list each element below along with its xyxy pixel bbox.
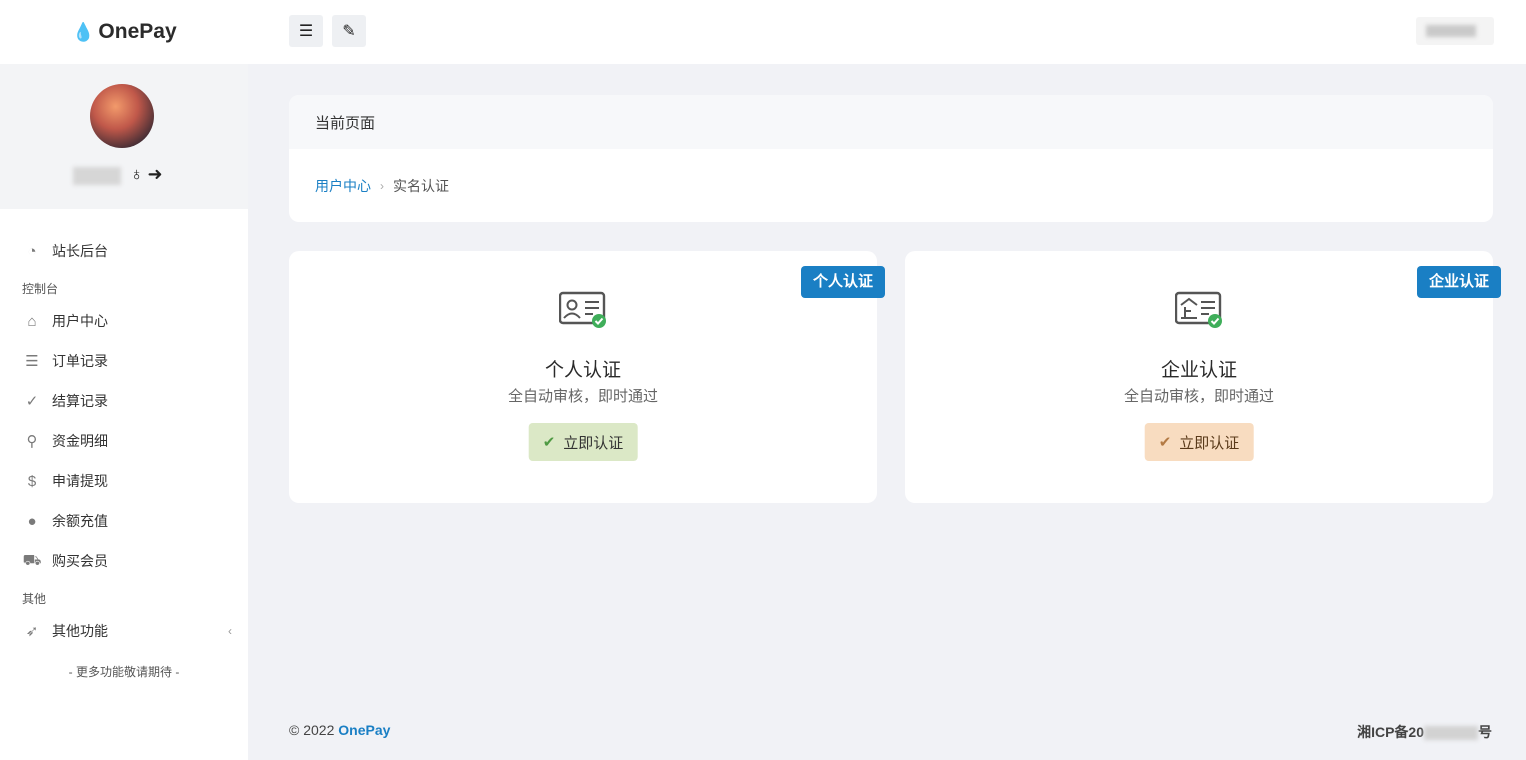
company-verify-button[interactable]: ✔ 立即认证 [1144,423,1254,461]
sidebar-item-label: 站长后台 [52,243,108,259]
business-card-check-icon [1175,291,1222,328]
top-bar: ☰ ✎ [248,0,1526,64]
check-icon: ✔ [1158,434,1172,451]
sidebar-item-user-center[interactable]: ⌂ 用户中心 [0,301,248,341]
settings-icon[interactable]: ♁ [130,164,148,184]
username [73,167,121,185]
theme-button[interactable]: ✎ [332,15,366,47]
check-icon: ✔ [542,434,556,451]
sidebar-item-orders[interactable]: ☰ 订单记录 [0,341,248,381]
app-logo[interactable]: 💧 OnePay [0,0,248,64]
sidebar-item-label: 余额充值 [52,513,108,529]
personal-verify-button[interactable]: ✔ 立即认证 [528,423,638,461]
sidebar-item-label: 资金明细 [52,433,108,449]
hamburger-icon: ☰ [298,23,314,40]
page-title: 当前页面 [289,95,1493,149]
company-ribbon: 企业认证 [1416,266,1501,298]
icp-suffix: 号 [1478,724,1492,740]
button-label: 立即认证 [1179,434,1240,452]
sidebar-item-settlements[interactable]: ✓ 结算记录 [0,381,248,421]
personal-ribbon: 个人认证 [800,266,885,298]
cart-icon: ⛟ [22,551,42,569]
breadcrumb: 用户中心 › 实名认证 [289,149,1493,222]
sidebar: 💧 OnePay ♁➜ ◔ 站长后台 控制台 ⌂ 用户中心 ☰ 订单记录 ✓ 结… [0,0,248,760]
home-icon: ⌂ [27,312,37,330]
card-title: 企业认证 [1160,360,1237,381]
footer-brand-link[interactable]: OnePay [338,722,390,738]
check-circle-icon: ✓ [25,393,39,410]
speedometer-icon: ◔ [27,242,37,260]
sidebar-item-label: 结算记录 [52,393,108,409]
logo-drop-icon: 💧 [72,21,95,42]
sidebar-item-label: 其他功能 [52,623,108,639]
card-subtitle: 全自动审核，即时通过 [1123,388,1274,405]
sidebar-item-membership[interactable]: ⛟ 购买会员 [0,541,248,581]
chevron-right-icon: › [380,178,384,193]
section-header-console: 控制台 [22,282,59,296]
id-card-check-icon [559,291,606,328]
search-dollar-icon: ⚲ [26,433,38,450]
user-menu[interactable] [1416,17,1494,45]
menu-toggle-button[interactable]: ☰ [289,15,323,47]
sidebar-menu: ◔ 站长后台 控制台 ⌂ 用户中心 ☰ 订单记录 ✓ 结算记录 ⚲ 资金明细 $… [0,209,248,680]
logout-icon[interactable]: ➜ [148,164,167,184]
sidebar-item-label: 订单记录 [52,353,108,369]
logo-text: OnePay [98,20,177,43]
card-title: 个人认证 [544,360,621,381]
personal-verification-card: 个人认证 个人认证 全自动审核，即时通过 ✔ 立即认证 [289,251,885,503]
coin-icon: ● [27,512,37,530]
copyright-text: © 2022 [289,722,335,738]
chevron-left-icon: ‹ [228,624,232,638]
icp-record[interactable]: 湘ICP备20 号 [1357,722,1492,742]
rocket-icon: ➶ [25,623,39,640]
sidebar-item-withdraw[interactable]: $ 申请提现 [0,461,248,501]
user-profile: ♁➜ [0,64,248,209]
breadcrumb-current: 实名认证 [393,177,449,194]
more-features-note: - 更多功能敬请期待 - [68,665,180,679]
sidebar-item-other-functions[interactable]: ➶ 其他功能 ‹ [0,611,248,651]
company-verification-card: 企业认证 企业认证 全自动审核，即时通过 ✔ 立即认证 [905,251,1501,503]
sidebar-item-label: 购买会员 [52,553,108,569]
icp-prefix: 湘ICP备20 [1357,724,1424,740]
button-label: 立即认证 [563,434,624,452]
footer-copyright: © 2022 OnePay [289,722,390,738]
breadcrumb-link-user-center[interactable]: 用户中心 [315,176,371,196]
sidebar-item-dashboard[interactable]: ◔ 站长后台 [0,231,248,271]
sidebar-item-label: 用户中心 [52,313,108,329]
avatar[interactable] [90,84,154,148]
sidebar-item-recharge[interactable]: ● 余额充值 [0,501,248,541]
sidebar-item-label: 申请提现 [52,473,108,489]
section-header-other: 其他 [22,592,47,606]
dollar-icon: $ [27,472,37,490]
breadcrumb-card: 当前页面 用户中心 › 实名认证 [289,95,1493,222]
brush-icon: ✎ [342,23,356,40]
list-icon: ☰ [25,353,39,370]
sidebar-item-funds[interactable]: ⚲ 资金明细 [0,421,248,461]
card-subtitle: 全自动审核，即时通过 [507,388,658,405]
